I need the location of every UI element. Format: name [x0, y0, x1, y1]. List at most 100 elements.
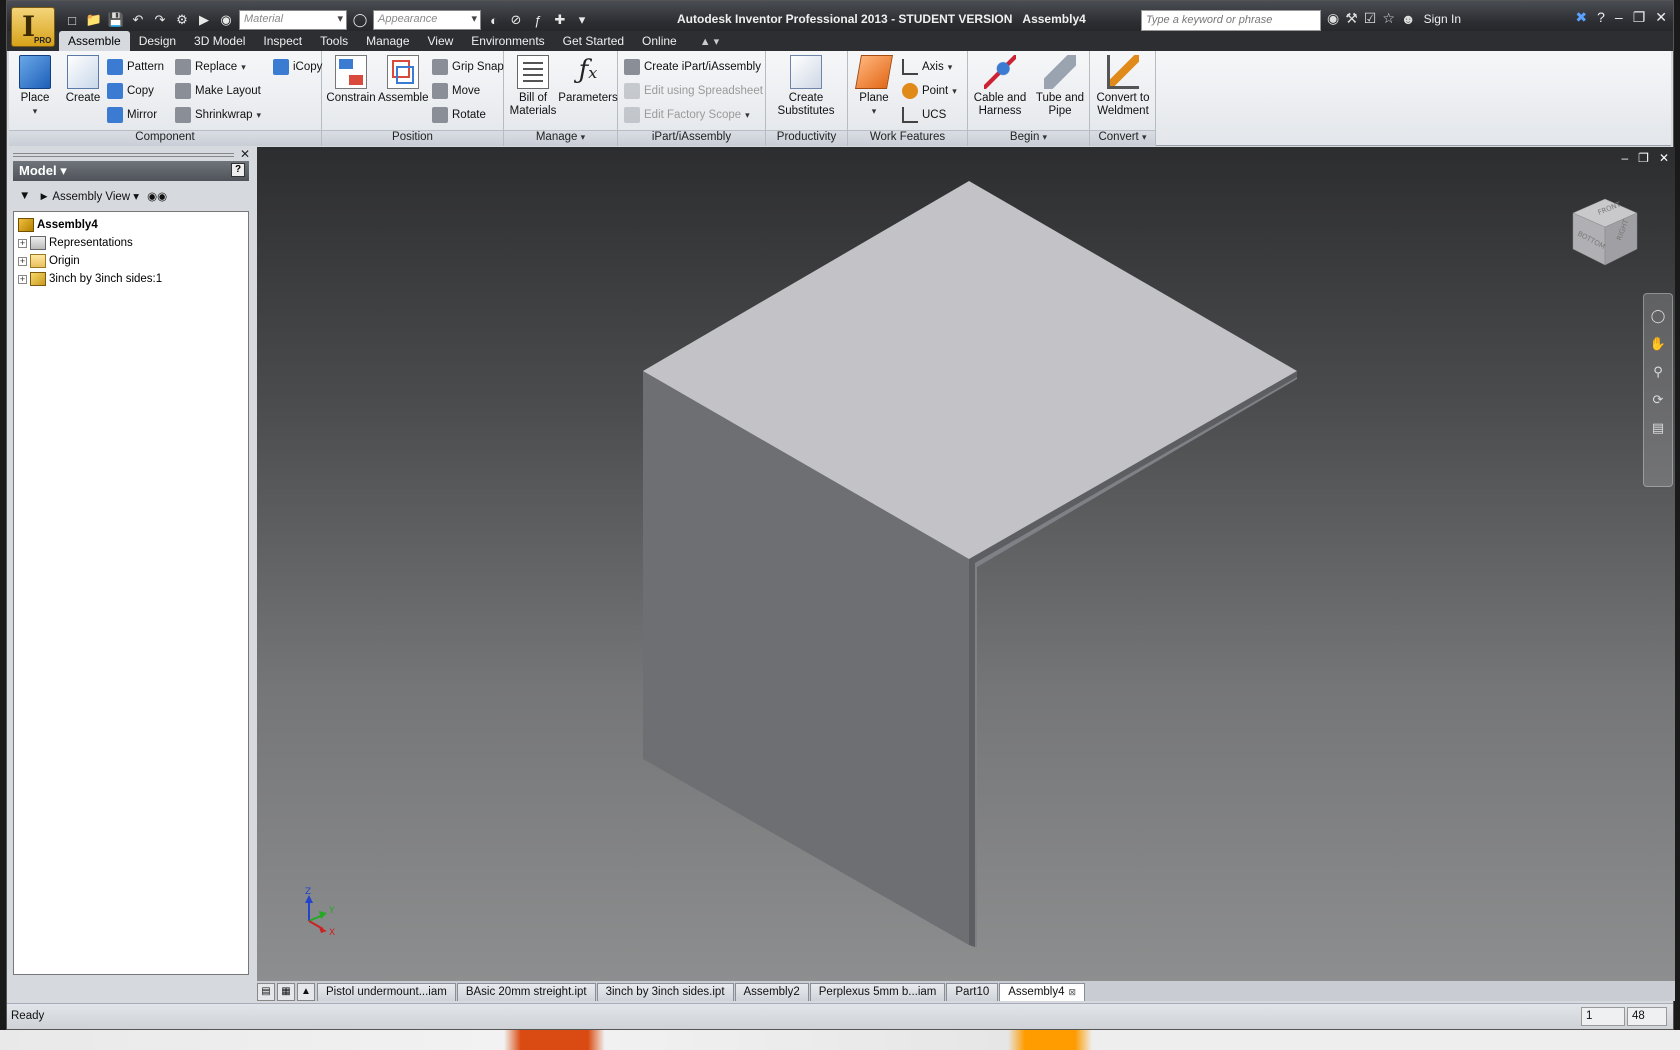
new-icon[interactable]: □ — [63, 11, 81, 29]
subscription-icon[interactable]: ⚒ — [1345, 10, 1358, 27]
assemble-button[interactable]: Assemble — [378, 55, 429, 105]
panel-title-manage[interactable]: Manage ▾ — [504, 130, 617, 146]
tab-manage[interactable]: Manage — [357, 31, 418, 51]
pan-hand-icon[interactable]: ✋ — [1650, 336, 1666, 352]
rotate-button[interactable]: Rotate — [432, 105, 486, 125]
shrinkwrap-button[interactable]: Shrinkwrap ▾ — [175, 105, 261, 125]
material-dropdown[interactable]: Material — [239, 10, 347, 30]
open-icon[interactable]: 📁 — [85, 11, 103, 29]
tab-assemble[interactable]: Assemble — [59, 31, 130, 51]
browser-header[interactable]: Model ▾ ? — [13, 161, 249, 181]
steering-wheel-icon[interactable]: ◯ — [1651, 308, 1666, 324]
panel-title-begin[interactable]: Begin ▾ — [968, 130, 1089, 146]
browser-help-icon[interactable]: ? — [231, 163, 245, 177]
edit-factory-scope-button[interactable]: Edit Factory Scope ▾ — [624, 105, 750, 125]
doc-tab-active[interactable]: Assembly4 ⊠ — [999, 983, 1086, 1001]
find-binoculars-icon[interactable]: ◉◉ — [147, 189, 167, 203]
tab-design[interactable]: Design — [130, 31, 185, 51]
expand-icon[interactable]: + — [18, 238, 27, 248]
convert-weldment-button[interactable]: Convert to Weldment — [1092, 55, 1154, 118]
application-menu-button[interactable]: I PRO — [11, 7, 55, 47]
doc-tab[interactable]: 3inch by 3inch sides.ipt — [596, 983, 734, 1001]
doc-tab[interactable]: Assembly2 — [734, 983, 809, 1001]
doc-tab[interactable]: Part10 — [946, 983, 999, 1001]
favorites-icon[interactable]: ☆ — [1382, 10, 1395, 27]
open-documents-icon[interactable]: ▲ — [297, 983, 315, 1001]
tab-online[interactable]: Online — [633, 31, 686, 51]
close-tab-icon[interactable]: ⊠ — [1069, 987, 1077, 997]
restore-icon[interactable]: ❐ — [1633, 9, 1646, 26]
exchange-icon[interactable]: ✖ — [1575, 9, 1587, 26]
mirror-button[interactable]: Mirror — [107, 105, 157, 125]
minimize-icon[interactable]: – — [1615, 9, 1623, 26]
axis-button[interactable]: Axis ▾ — [902, 57, 952, 77]
help-icon[interactable]: ? — [1597, 9, 1605, 26]
tab-view[interactable]: View — [419, 31, 463, 51]
communication-icon[interactable]: ☑ — [1364, 10, 1377, 27]
create-button[interactable]: Create — [61, 55, 105, 105]
copy-button[interactable]: Copy — [107, 81, 154, 101]
ucs-button[interactable]: UCS — [902, 105, 946, 125]
filter-icon[interactable]: ▼ — [19, 190, 30, 202]
customize-icon[interactable]: ▾ — [573, 11, 591, 29]
tile-windows-icon[interactable]: ▤ — [257, 983, 275, 1001]
sign-in-link[interactable]: Sign In — [1424, 12, 1461, 26]
bill-of-materials-button[interactable]: Bill of Materials — [506, 55, 560, 118]
zoom-icon[interactable]: ⚲ — [1653, 364, 1663, 380]
plane-button[interactable]: Plane ▾ — [852, 55, 896, 118]
help-search-input[interactable]: Type a keyword or phrase — [1141, 10, 1321, 31]
tube-pipe-button[interactable]: Tube and Pipe — [1030, 55, 1090, 118]
browser-grip[interactable] — [13, 153, 234, 157]
graphics-viewport[interactable]: – ❐ ✕ FRONT RIGHT BOTTOM ◯ ✋ ⚲ ⟳ ▤ Z Y X — [257, 147, 1675, 981]
tab-get-started[interactable]: Get Started — [554, 31, 633, 51]
expand-icon[interactable]: + — [18, 256, 27, 266]
tab-tools[interactable]: Tools — [311, 31, 357, 51]
update-icon[interactable]: ⚙ — [173, 11, 191, 29]
select-icon[interactable]: ▶ — [195, 11, 213, 29]
undo-icon[interactable]: ↶ — [129, 11, 147, 29]
browser-close-icon[interactable]: ✕ — [240, 147, 250, 161]
make-layout-button[interactable]: Make Layout — [175, 81, 261, 101]
clear-appearance-icon[interactable]: ⊘ — [507, 11, 525, 29]
adjust-icon[interactable]: ◐ — [485, 11, 503, 29]
create-substitutes-button[interactable]: Create Substitutes — [770, 55, 842, 118]
expand-icon[interactable]: + — [18, 274, 27, 284]
cascade-windows-icon[interactable]: ▦ — [277, 983, 295, 1001]
edit-spreadsheet-button[interactable]: Edit using Spreadsheet — [624, 81, 763, 101]
measure-icon[interactable]: ✚ — [551, 11, 569, 29]
user-icon[interactable]: ☻ — [1401, 11, 1416, 27]
save-icon[interactable]: 💾 — [107, 11, 125, 29]
replace-button[interactable]: Replace ▾ — [175, 57, 246, 77]
tree-item-assembly4[interactable]: Assembly4 — [18, 216, 248, 234]
viewcube[interactable]: FRONT RIGHT BOTTOM — [1569, 195, 1641, 267]
move-button[interactable]: Move — [432, 81, 480, 101]
pattern-button[interactable]: Pattern — [107, 57, 164, 77]
orbit-icon[interactable]: ⟳ — [1653, 392, 1664, 408]
tree-item-part[interactable]: + 3inch by 3inch sides:1 — [18, 270, 248, 288]
doc-tab[interactable]: Perplexus 5mm b...iam — [809, 983, 946, 1001]
binoculars-icon[interactable]: ◉ — [1327, 10, 1339, 27]
doc-tab[interactable]: Pistol undermount...iam — [317, 983, 456, 1001]
parameters-button[interactable]: ƒₓ Parameters — [558, 55, 618, 105]
tab-3d-model[interactable]: 3D Model — [185, 31, 254, 51]
look-at-icon[interactable]: ▤ — [1652, 420, 1664, 436]
grip-snap-button[interactable]: Grip Snap — [432, 57, 504, 77]
tree-item-representations[interactable]: + Representations — [18, 234, 248, 252]
ribbon-minimize-icon[interactable]: ▲ ▾ — [686, 32, 733, 51]
create-ipart-button[interactable]: Create iPart/iAssembly — [624, 57, 761, 77]
tree-item-origin[interactable]: + Origin — [18, 252, 248, 270]
close-icon[interactable]: ✕ — [1655, 9, 1667, 26]
redo-icon[interactable]: ↷ — [151, 11, 169, 29]
model-canvas[interactable] — [257, 147, 1675, 981]
constrain-button[interactable]: Constrain — [326, 55, 376, 105]
point-button[interactable]: Point ▾ — [902, 81, 957, 101]
cable-harness-button[interactable]: Cable and Harness — [970, 55, 1030, 118]
fx-icon[interactable]: ƒ — [529, 11, 547, 29]
panel-title-convert[interactable]: Convert ▾ — [1090, 130, 1155, 146]
assembly-view-dropdown[interactable]: ► Assembly View ▾ — [38, 189, 139, 203]
doc-tab[interactable]: BAsic 20mm streight.ipt — [456, 983, 596, 1001]
place-button[interactable]: Place ▾ — [15, 55, 55, 118]
appearance-dropdown[interactable]: Appearance — [373, 10, 481, 30]
icopy-button[interactable]: iCopy — [273, 57, 322, 77]
tab-inspect[interactable]: Inspect — [254, 31, 311, 51]
